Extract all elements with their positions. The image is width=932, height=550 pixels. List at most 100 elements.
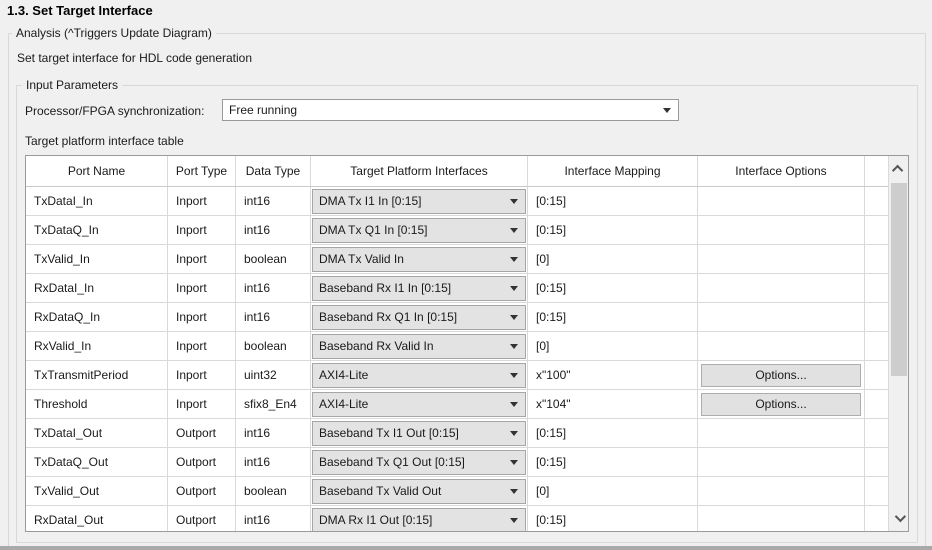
data-type-cell: boolean: [236, 332, 311, 360]
mapping-cell: [0]: [528, 245, 698, 273]
sync-dropdown[interactable]: Free running: [222, 99, 679, 121]
mapping-cell: x"104": [528, 390, 698, 418]
interface-dropdown-value: AXI4-Lite: [313, 397, 510, 411]
filler-cell: [865, 187, 887, 215]
data-type-cell: int16: [236, 303, 311, 331]
dropdown-arrow-icon: [510, 228, 518, 233]
dropdown-arrow-icon: [510, 344, 518, 349]
interface-table: Port Name Port Type Data Type Target Pla…: [25, 155, 909, 532]
options-cell: [698, 332, 865, 360]
data-type-cell: int16: [236, 274, 311, 302]
dropdown-arrow-icon: [510, 315, 518, 320]
port-name-cell: TxDataQ_In: [26, 216, 168, 244]
port-type-cell: Outport: [168, 477, 236, 505]
interface-dropdown-value: AXI4-Lite: [313, 368, 510, 382]
interface-dropdown[interactable]: DMA Tx Q1 In [0:15]: [312, 218, 526, 243]
filler-cell: [865, 274, 887, 302]
interface-dropdown[interactable]: Baseband Tx I1 Out [0:15]: [312, 421, 526, 446]
data-type-cell: int16: [236, 187, 311, 215]
scrollbar-thumb[interactable]: [891, 183, 907, 376]
interface-dropdown-value: Baseband Rx Q1 In [0:15]: [313, 310, 510, 324]
mapping-cell: x"100": [528, 361, 698, 389]
interface-dropdown[interactable]: Baseband Tx Valid Out: [312, 479, 526, 504]
filler-cell: [865, 332, 887, 360]
mapping-cell: [0]: [528, 332, 698, 360]
mapping-cell: [0:15]: [528, 187, 698, 215]
interface-cell: Baseband Tx I1 Out [0:15]: [311, 419, 528, 447]
dropdown-arrow-icon: [510, 489, 518, 494]
scroll-down-button[interactable]: [889, 505, 909, 531]
interface-table-label: Target platform interface table: [25, 134, 184, 148]
vertical-scrollbar[interactable]: [888, 156, 908, 531]
data-type-cell: boolean: [236, 477, 311, 505]
port-type-cell: Inport: [168, 216, 236, 244]
interface-dropdown[interactable]: AXI4-Lite: [312, 392, 526, 417]
options-button[interactable]: Options...: [701, 393, 861, 416]
header-data-type: Data Type: [236, 156, 311, 186]
mapping-cell: [0:15]: [528, 274, 698, 302]
options-cell: [698, 245, 865, 273]
header-target-platform-interfaces: Target Platform Interfaces: [311, 156, 528, 186]
interface-cell: DMA Tx Valid In: [311, 245, 528, 273]
data-type-cell: int16: [236, 216, 311, 244]
interface-dropdown-value: Baseband Rx Valid In: [313, 339, 510, 353]
interface-dropdown[interactable]: Baseband Rx Valid In: [312, 334, 526, 359]
table-rows: TxDataI_InInportint16DMA Tx I1 In [0:15]…: [26, 187, 908, 532]
header-interface-mapping: Interface Mapping: [528, 156, 698, 186]
table-row: TxValid_OutOutportbooleanBaseband Tx Val…: [26, 477, 908, 506]
sync-dropdown-label: Processor/FPGA synchronization:: [25, 104, 204, 118]
mapping-cell: [0:15]: [528, 448, 698, 476]
port-name-cell: TxValid_Out: [26, 477, 168, 505]
options-cell: [698, 419, 865, 447]
options-button[interactable]: Options...: [701, 364, 861, 387]
interface-dropdown[interactable]: Baseband Tx Q1 Out [0:15]: [312, 450, 526, 475]
table-row: ThresholdInportsfix8_En4AXI4-Litex"104"O…: [26, 390, 908, 419]
interface-dropdown[interactable]: DMA Tx I1 In [0:15]: [312, 189, 526, 214]
options-cell: [698, 506, 865, 532]
bottom-divider: [0, 546, 932, 550]
port-name-cell: TxDataQ_Out: [26, 448, 168, 476]
filler-cell: [865, 477, 887, 505]
port-type-cell: Inport: [168, 303, 236, 331]
table-row: TxValid_InInportbooleanDMA Tx Valid In[0…: [26, 245, 908, 274]
dropdown-arrow-icon: [510, 402, 518, 407]
interface-cell: DMA Tx Q1 In [0:15]: [311, 216, 528, 244]
interface-dropdown[interactable]: DMA Rx I1 Out [0:15]: [312, 508, 526, 533]
port-type-cell: Outport: [168, 419, 236, 447]
dropdown-arrow-icon: [510, 373, 518, 378]
header-interface-options: Interface Options: [698, 156, 865, 186]
scroll-up-icon: [892, 165, 903, 176]
interface-cell: Baseband Rx Valid In: [311, 332, 528, 360]
filler-cell: [865, 419, 887, 447]
page-title: 1.3. Set Target Interface: [7, 3, 153, 18]
interface-dropdown-value: DMA Rx I1 Out [0:15]: [313, 513, 510, 527]
interface-cell: AXI4-Lite: [311, 390, 528, 418]
scroll-down-icon: [895, 511, 906, 522]
port-name-cell: TxDataI_Out: [26, 419, 168, 447]
port-name-cell: TxDataI_In: [26, 187, 168, 215]
table-row: RxDataQ_InInportint16Baseband Rx Q1 In […: [26, 303, 908, 332]
interface-dropdown[interactable]: Baseband Rx I1 In [0:15]: [312, 276, 526, 301]
interface-dropdown-value: Baseband Tx I1 Out [0:15]: [313, 426, 510, 440]
interface-cell: Baseband Tx Valid Out: [311, 477, 528, 505]
dropdown-arrow-icon: [510, 199, 518, 204]
interface-dropdown[interactable]: DMA Tx Valid In: [312, 247, 526, 272]
port-name-cell: RxValid_In: [26, 332, 168, 360]
interface-dropdown[interactable]: AXI4-Lite: [312, 363, 526, 388]
table-header-row: Port Name Port Type Data Type Target Pla…: [26, 156, 908, 187]
filler-cell: [865, 216, 887, 244]
table-row: RxValid_InInportbooleanBaseband Rx Valid…: [26, 332, 908, 361]
data-type-cell: int16: [236, 448, 311, 476]
data-type-cell: sfix8_En4: [236, 390, 311, 418]
header-port-name: Port Name: [26, 156, 168, 186]
sync-dropdown-value: Free running: [223, 103, 663, 117]
options-cell: [698, 303, 865, 331]
interface-dropdown-value: Baseband Tx Q1 Out [0:15]: [313, 455, 510, 469]
description-text: Set target interface for HDL code genera…: [17, 51, 252, 65]
scroll-up-button[interactable]: [889, 156, 909, 182]
data-type-cell: boolean: [236, 245, 311, 273]
interface-dropdown[interactable]: Baseband Rx Q1 In [0:15]: [312, 305, 526, 330]
interface-cell: DMA Rx I1 Out [0:15]: [311, 506, 528, 532]
interface-cell: Baseband Rx I1 In [0:15]: [311, 274, 528, 302]
mapping-cell: [0:15]: [528, 216, 698, 244]
